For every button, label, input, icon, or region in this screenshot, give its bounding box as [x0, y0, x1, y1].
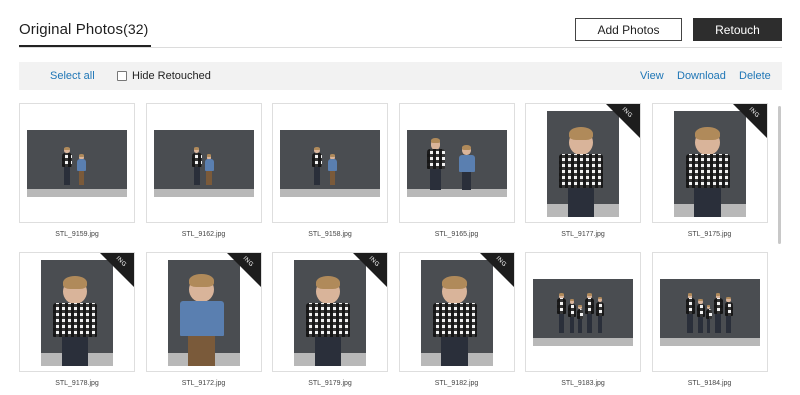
- scrollbar[interactable]: [778, 106, 781, 244]
- photo-thumbnail-card[interactable]: [651, 252, 768, 372]
- subject-figure: [312, 147, 322, 185]
- photo-image: [406, 130, 507, 197]
- retouching-badge-label: ING: [241, 255, 254, 269]
- select-all-link[interactable]: Select all: [50, 62, 95, 90]
- photo-thumbnail-card[interactable]: [145, 103, 262, 223]
- subject-figure: [596, 297, 604, 333]
- photo-image: [153, 130, 254, 197]
- retouching-badge: ING: [226, 253, 261, 287]
- photo-thumbnail-card[interactable]: [19, 103, 135, 223]
- subject-figure: [705, 305, 712, 333]
- photo-filename: STL_9182.jpg: [434, 380, 479, 387]
- photo-filename: STL_9183.jpg: [561, 380, 605, 387]
- photo-floor: [153, 188, 254, 197]
- subject-figure: [568, 299, 576, 333]
- subject-figure: [559, 127, 603, 217]
- retouching-badge: ING: [606, 104, 640, 138]
- photo-thumbnail-card[interactable]: [272, 103, 388, 223]
- retouching-badge: ING: [479, 253, 514, 287]
- photo-filename: STL_9165.jpg: [434, 231, 479, 238]
- photo-floor: [27, 188, 127, 197]
- toolbar: Select all Hide Retouched View Download …: [19, 62, 782, 90]
- photo-thumbnail-card[interactable]: ING: [19, 252, 135, 372]
- photo-filename: STL_9172.jpg: [181, 380, 226, 387]
- retouching-badge-label: ING: [747, 106, 760, 120]
- photo-floor: [406, 188, 507, 197]
- page-title-text: Original Photos: [19, 21, 124, 38]
- hide-retouched-checkbox[interactable]: [117, 71, 127, 81]
- subject-figure: [685, 127, 730, 217]
- subject-figure: [685, 293, 695, 333]
- delete-link[interactable]: Delete: [739, 62, 771, 90]
- photo-filename: STL_9177.jpg: [561, 231, 605, 238]
- photo-thumbnail-card[interactable]: [398, 103, 515, 223]
- hide-retouched-toggle[interactable]: Hide Retouched: [117, 62, 211, 90]
- photo-image: [533, 279, 633, 346]
- photo-image: [27, 130, 127, 197]
- subject-figure: [724, 297, 733, 333]
- header-divider: [19, 47, 782, 48]
- photo-filename: STL_9158.jpg: [308, 231, 352, 238]
- subject-figure: [306, 276, 350, 366]
- photo-filename: STL_9175.jpg: [687, 231, 732, 238]
- photo-thumbnail-card[interactable]: ING: [145, 252, 262, 372]
- subject-figure: [328, 154, 337, 185]
- subject-figure: [426, 138, 445, 190]
- subject-figure: [77, 154, 86, 185]
- subject-figure: [585, 293, 594, 333]
- photo-filename: STL_9159.jpg: [55, 231, 99, 238]
- photo-image: [659, 279, 760, 346]
- retouching-badge-label: ING: [114, 255, 128, 269]
- page-header: Original Photos(32) Add Photos Retouch: [0, 0, 800, 50]
- photo-image: [280, 130, 380, 197]
- subject-figure: [191, 147, 202, 185]
- photo-filename: STL_9184.jpg: [687, 380, 732, 387]
- subject-figure: [432, 276, 477, 366]
- subject-figure: [204, 154, 214, 185]
- subject-figure: [557, 293, 566, 333]
- download-link[interactable]: Download: [677, 62, 726, 90]
- photo-thumbnail-card[interactable]: ING: [525, 103, 641, 223]
- add-photos-button[interactable]: Add Photos: [575, 18, 682, 41]
- photo-filename: STL_9178.jpg: [55, 380, 99, 387]
- photo-thumbnail-card[interactable]: ING: [272, 252, 388, 372]
- subject-figure: [577, 305, 583, 333]
- retouching-badge: ING: [100, 253, 134, 287]
- photo-floor: [659, 337, 760, 346]
- photo-filename: STL_9162.jpg: [181, 231, 226, 238]
- retouching-badge-label: ING: [367, 255, 381, 269]
- photo-floor: [533, 337, 633, 346]
- page-title: Original Photos(32): [19, 21, 148, 38]
- subject-figure: [179, 274, 224, 366]
- photo-thumbnail-card[interactable]: ING: [651, 103, 768, 223]
- retouching-badge-label: ING: [620, 106, 634, 120]
- subject-figure: [53, 276, 97, 366]
- subject-figure: [458, 145, 475, 190]
- photo-count: (32): [123, 21, 149, 37]
- hide-retouched-label: Hide Retouched: [132, 70, 211, 82]
- retouching-badge: ING: [353, 253, 387, 287]
- retouching-badge: ING: [732, 104, 767, 138]
- retouching-badge-label: ING: [494, 255, 507, 269]
- retouch-button[interactable]: Retouch: [693, 18, 782, 41]
- view-link[interactable]: View: [640, 62, 664, 90]
- subject-figure: [62, 147, 72, 185]
- subject-figure: [696, 299, 705, 333]
- photo-floor: [280, 188, 380, 197]
- photo-filename: STL_9179.jpg: [308, 380, 352, 387]
- subject-figure: [713, 293, 723, 333]
- photo-thumbnail-card[interactable]: ING: [398, 252, 515, 372]
- photo-thumbnail-card[interactable]: [525, 252, 641, 372]
